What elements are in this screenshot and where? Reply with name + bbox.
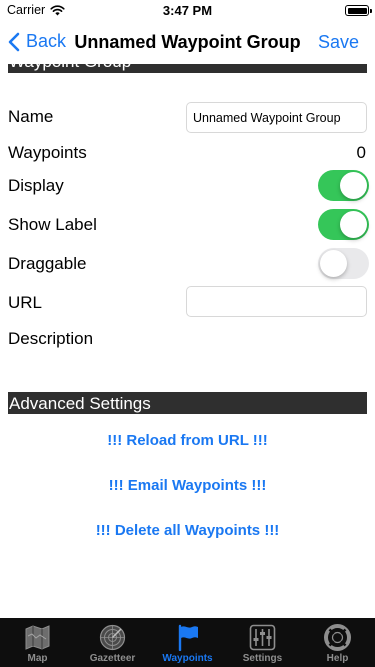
display-label: Display [8,176,64,195]
section-header-waypoint-group: Waypoint Group [8,64,367,73]
battery-icon [345,5,372,16]
delete-all-waypoints-button[interactable]: !!! Delete all Waypoints !!! [0,522,375,539]
clock: 3:47 PM [162,3,213,18]
flag-icon [178,624,198,651]
lifebuoy-icon [324,624,351,651]
draggable-toggle[interactable] [318,248,369,279]
show-label-label: Show Label [8,215,97,234]
name-label: Name [8,107,54,126]
tab-waypoints[interactable]: Waypoints [150,618,225,667]
toggle-knob [340,211,367,238]
sliders-icon [249,624,276,651]
tab-bar: Map Gazetteer Waypoints Settings Help [0,618,375,667]
toggle-knob [320,250,347,277]
section-header-label: Waypoint Group [9,64,131,72]
display-toggle[interactable] [318,170,369,201]
map-icon [25,625,50,650]
waypoints-count: 0 [356,143,366,162]
section-header-label: Advanced Settings [9,394,151,413]
radar-icon [99,624,126,651]
tab-label: Settings [242,653,283,664]
tab-label: Help [326,653,349,664]
tab-help[interactable]: Help [300,618,375,667]
status-bar: Carrier 3:47 PM [0,0,375,22]
tab-map[interactable]: Map [0,618,75,667]
tab-label: Map [27,653,48,664]
save-button[interactable]: Save [318,32,359,53]
draggable-label: Draggable [8,254,87,273]
tab-label: Gazetteer [89,653,136,664]
tab-gazetteer[interactable]: Gazetteer [75,618,150,667]
tab-settings[interactable]: Settings [225,618,300,667]
show-label-toggle[interactable] [318,209,369,240]
tab-label: Waypoints [162,653,213,664]
navigation-bar: Back Unnamed Waypoint Group Save [0,22,375,64]
email-waypoints-button[interactable]: !!! Email Waypoints !!! [0,477,375,494]
url-label: URL [8,293,43,312]
waypoints-label: Waypoints [8,143,87,162]
name-input[interactable] [186,102,367,133]
url-input[interactable] [186,286,367,317]
description-label: Description [8,329,94,348]
section-header-advanced-settings: Advanced Settings [8,392,367,414]
reload-from-url-button[interactable]: !!! Reload from URL !!! [0,432,375,449]
toggle-knob [340,172,367,199]
